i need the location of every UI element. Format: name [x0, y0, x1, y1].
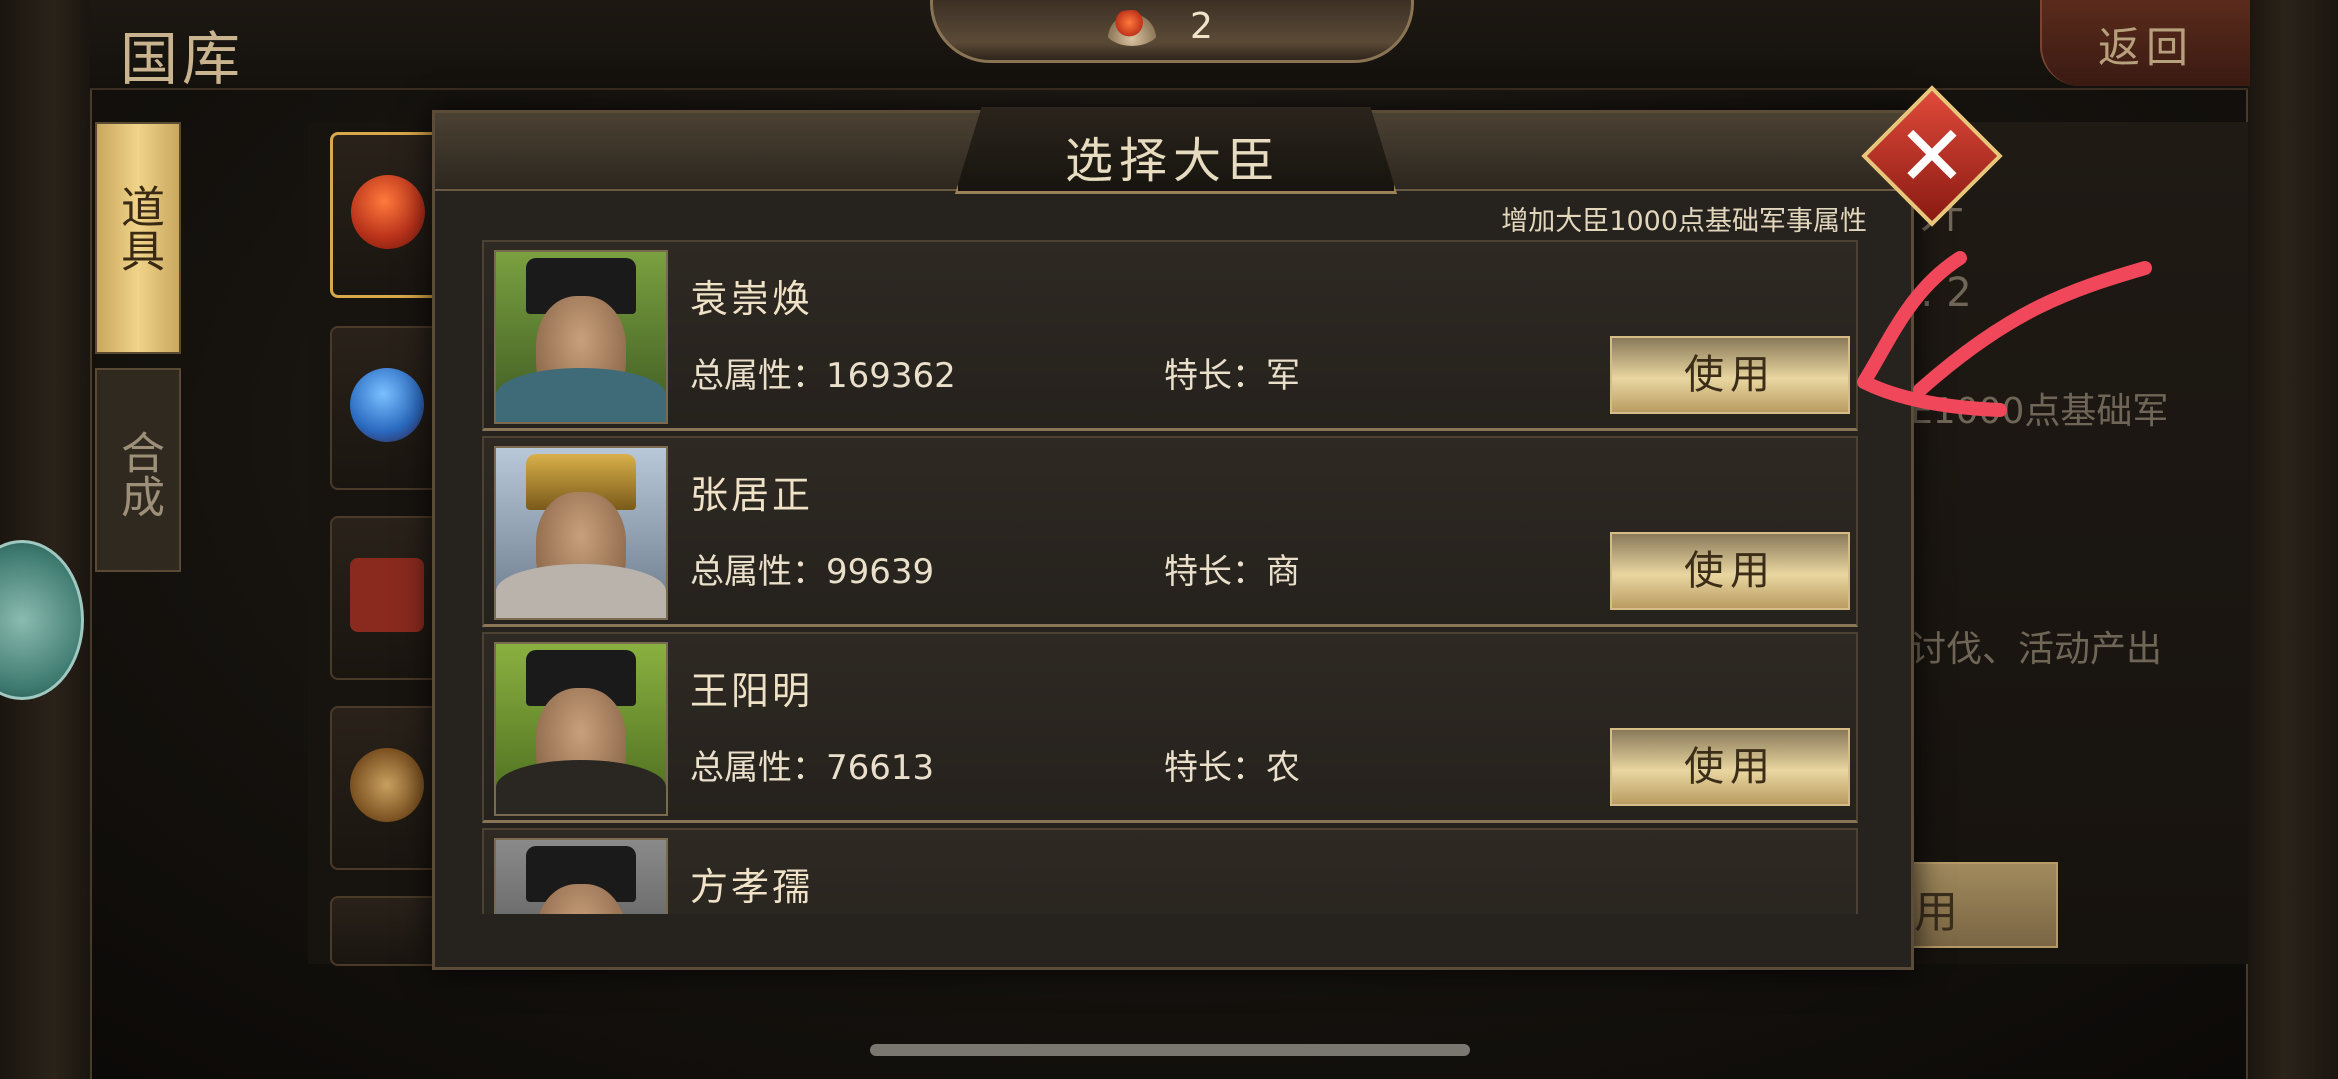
item-slot[interactable] [330, 326, 444, 490]
back-button-label[interactable]: 返回 [2098, 14, 2194, 75]
tab-items[interactable]: 道具 [95, 122, 181, 354]
page-title: 国库 [120, 25, 245, 93]
use-button[interactable]: 使用 [1610, 728, 1850, 806]
tab-items-label: 道具 [113, 184, 164, 272]
minister-name: 王阳明 [690, 669, 814, 713]
minister-total-attr: 总属性：169362 [690, 356, 956, 396]
minister-portrait [494, 838, 668, 914]
item-slot[interactable] [330, 516, 444, 680]
dialog-hint: 增加大臣1000点基础军事属性 [1501, 206, 1867, 237]
minister-total-attr: 总属性：76613 [690, 748, 935, 788]
use-button[interactable]: 使用 [1610, 336, 1850, 414]
minister-specialty: 特长：商 [1164, 552, 1300, 592]
gem-box-icon [350, 368, 424, 442]
robe-shape [496, 368, 666, 422]
annotation-arrow-icon [1857, 251, 2152, 417]
resource-pill [930, 0, 1414, 63]
minister-specialty: 特长：军 [1164, 356, 1300, 396]
minister-specialty: 特长：农 [1164, 748, 1300, 788]
minister-name: 方孝孺 [690, 865, 814, 909]
minister-row: 袁崇焕 总属性：169362 特长：军 使用 [482, 240, 1858, 431]
medal-icon [350, 748, 424, 822]
left-frame [0, 0, 92, 1079]
tab-synthesis[interactable]: 合成 [95, 368, 181, 572]
robe-shape [496, 564, 666, 618]
right-frame [2246, 0, 2338, 1079]
robe-shape [496, 760, 666, 814]
minister-row: 方孝孺 [482, 828, 1858, 914]
minister-name: 张居正 [690, 473, 814, 517]
use-button[interactable]: 使用 [1610, 532, 1850, 610]
minister-row: 王阳明 总属性：76613 特长：农 使用 [482, 632, 1858, 823]
minister-portrait [494, 446, 668, 620]
home-indicator[interactable] [870, 1044, 1470, 1056]
minister-total-attr: 总属性：99639 [690, 552, 935, 592]
minister-portrait [494, 642, 668, 816]
item-slot[interactable] [330, 896, 444, 966]
seal-card-icon [350, 558, 424, 632]
item-slot[interactable] [330, 706, 444, 870]
close-icon[interactable]: ✕ [1882, 106, 1982, 206]
dialog-title: 选择大臣 [1064, 133, 1281, 189]
minister-name: 袁崇焕 [690, 277, 814, 321]
minister-portrait [494, 250, 668, 424]
item-slot-selected[interactable] [330, 132, 446, 298]
detail-source-fragment: 讨伐、活动产出 [1910, 629, 2163, 670]
minister-row: 张居正 总属性：99639 特长：商 使用 [482, 436, 1858, 627]
elixir-icon [1104, 10, 1160, 46]
minister-list[interactable]: 袁崇焕 总属性：169362 特长：军 使用 张居正 总属性：99639 特长：… [474, 234, 1870, 914]
elixir-icon [351, 175, 425, 249]
resource-count: 2 [1190, 6, 1213, 47]
tab-synthesis-label: 合成 [113, 430, 164, 518]
